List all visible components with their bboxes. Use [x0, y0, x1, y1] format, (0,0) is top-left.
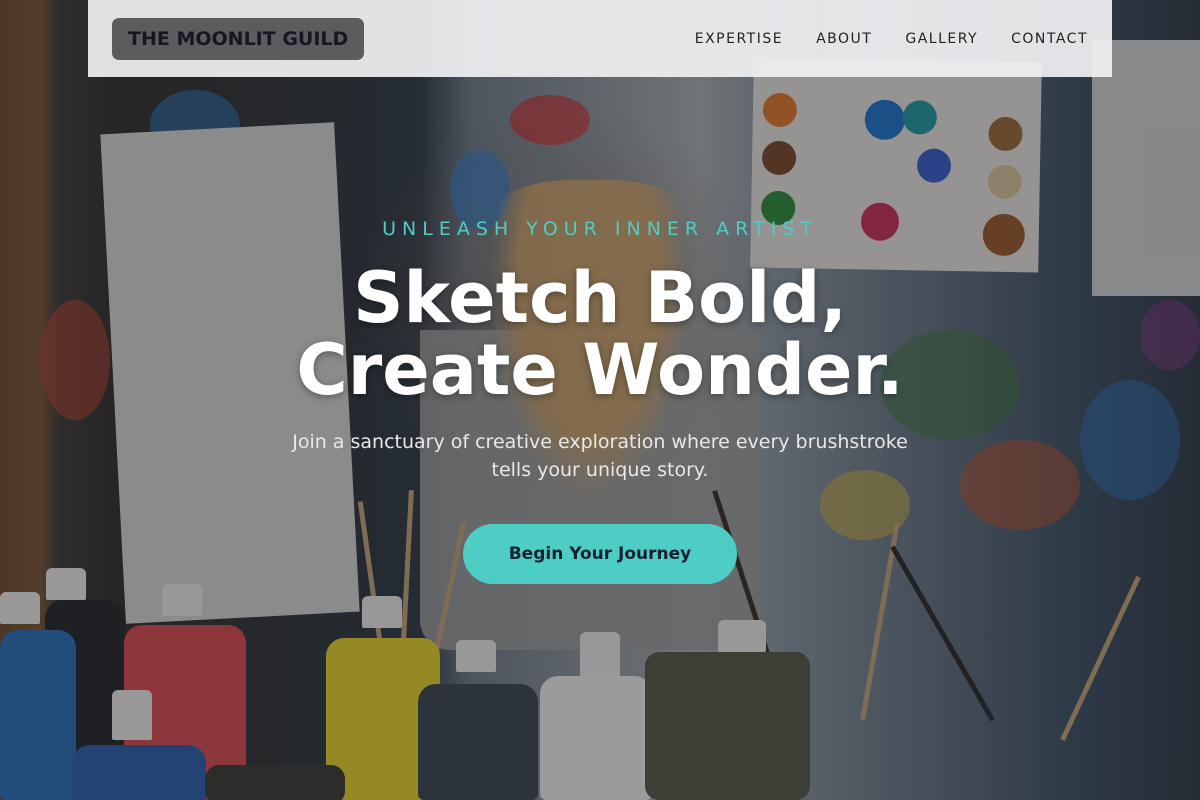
subtext-line-2: tells your unique story.	[491, 459, 709, 481]
begin-journey-button[interactable]: Begin Your Journey	[463, 524, 737, 584]
subtext-line-1: Join a sanctuary of creative exploration…	[292, 431, 908, 453]
headline-line-1: Sketch Bold,	[353, 257, 847, 339]
hero-eyebrow: UNLEASH YOUR INNER ARTIST	[382, 218, 818, 240]
hero-content: UNLEASH YOUR INNER ARTIST Sketch Bold, C…	[0, 0, 1200, 800]
hero-headline: Sketch Bold, Create Wonder.	[0, 262, 1200, 406]
headline-line-2: Create Wonder.	[296, 329, 904, 411]
hero-subtext: Join a sanctuary of creative exploration…	[270, 428, 930, 484]
